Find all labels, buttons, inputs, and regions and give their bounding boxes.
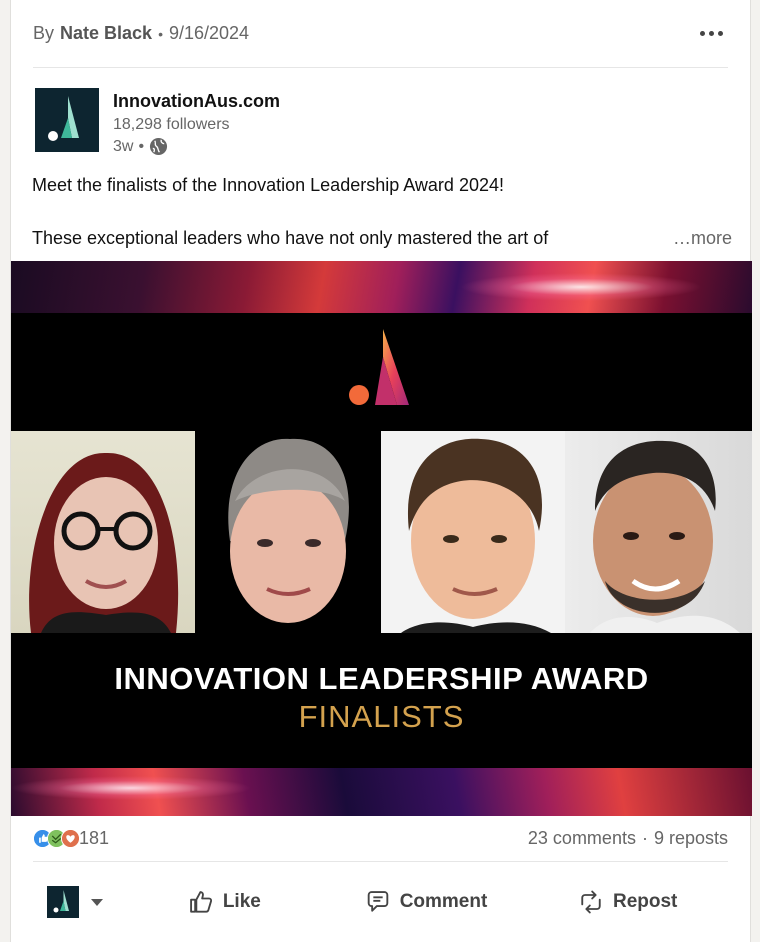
feed-post-card: By Nate Black • 9/16/2024 InnovationAus.… [10,0,752,942]
reposts-count[interactable]: 9 reposts [654,828,728,849]
award-logo [349,329,409,405]
actor-info: InnovationAus.com 18,298 followers 3w • [113,88,280,156]
award-title: INNOVATION LEADERSHIP AWARD [114,661,649,696]
more-icon [699,31,705,36]
post-actions: Like Comment Repost [33,862,728,942]
finalist-photo [381,431,565,633]
time-separator: • [138,137,145,155]
comment-label: Comment [399,891,488,912]
like-button[interactable]: Like [123,876,325,928]
more-options-button[interactable] [694,22,728,46]
byline-prefix: By [33,23,55,43]
image-banner-top [11,261,752,313]
actor-switcher[interactable] [33,886,123,918]
love-reaction-icon [61,829,80,848]
byline: By Nate Black • 9/16/2024 [33,23,249,44]
byline-separator: • [158,25,163,42]
more-icon [717,31,723,36]
reactions-count: 181 [79,828,110,848]
like-label: Like [222,891,261,912]
post-byline-bar: By Nate Black • 9/16/2024 [33,0,728,68]
post-text: Meet the finalists of the Innovation Lea… [32,174,732,249]
finalists-photos [11,431,752,633]
social-counts: 181 23 comments · 9 reposts [33,816,728,862]
counts-separator: · [641,828,648,848]
comment-button[interactable]: Comment [325,876,527,928]
comments-count[interactable]: 23 comments [528,828,636,849]
post-text-line: These exceptional leaders who have not o… [32,228,549,248]
post-age: 3w [113,137,134,155]
comments-reposts: 23 comments · 9 reposts [528,828,728,849]
post-image[interactable]: INNOVATION LEADERSHIP AWARD FINALISTS [11,261,752,816]
actor-followers: 18,298 followers [113,116,230,133]
repost-button[interactable]: Repost [526,876,728,928]
actor-time: 3w • [113,137,280,156]
more-icon [708,31,714,36]
byline-date: 9/16/2024 [168,23,250,43]
repost-label: Repost [612,891,678,912]
byline-author[interactable]: Nate Black [60,23,152,44]
image-banner-bottom [11,768,752,816]
like-icon [189,891,212,913]
reactions-summary[interactable]: 181 [33,828,109,849]
finalist-photo [11,431,195,633]
finalist-photo [565,431,752,633]
company-mini-logo [47,886,79,918]
post-text-line: Meet the finalists of the Innovation Lea… [32,175,504,195]
actor-name[interactable]: InnovationAus.com [113,91,280,112]
caret-down-icon [91,898,103,906]
repost-icon [581,890,601,914]
finalist-photo [195,431,381,633]
post-actor: InnovationAus.com 18,298 followers 3w • [35,88,280,156]
comment-icon [367,891,388,912]
see-more-button[interactable]: …more [673,227,732,249]
reaction-icons [33,829,80,848]
company-logo[interactable] [35,88,99,152]
award-subtitle: FINALISTS [298,699,465,734]
globe-icon [150,137,168,156]
